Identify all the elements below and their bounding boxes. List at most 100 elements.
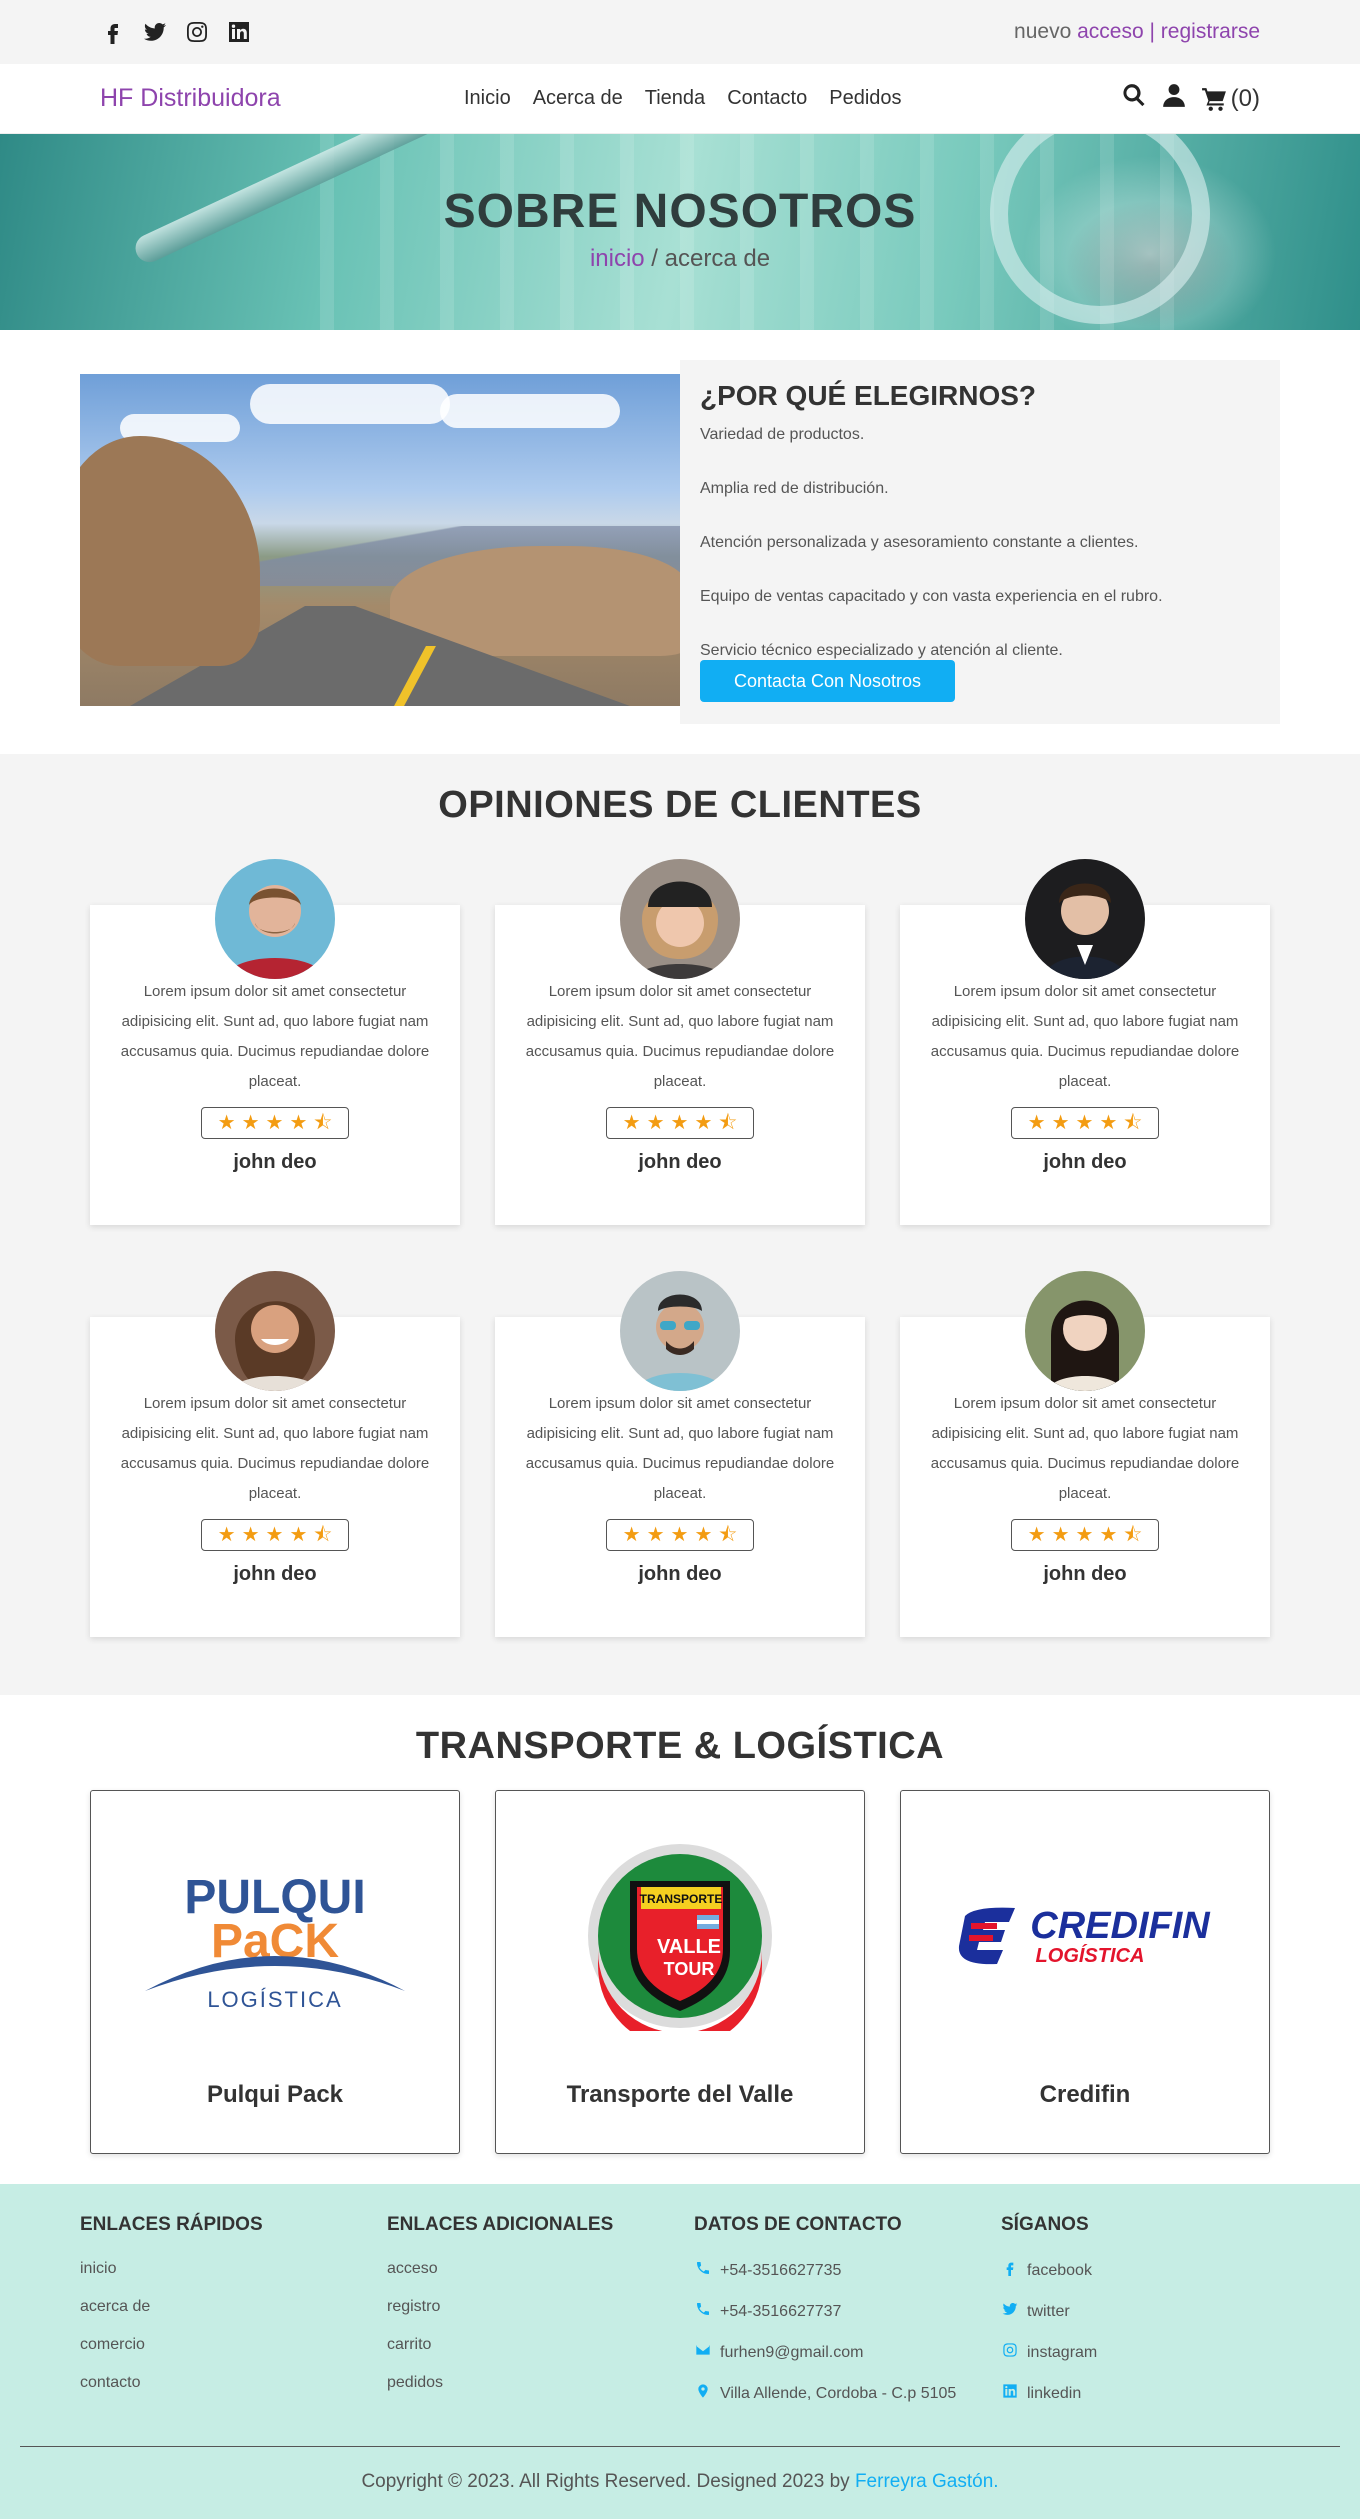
nav-item-tienda[interactable]: Tienda (645, 87, 705, 110)
footer-extra-links: ENLACES ADICIONALES acceso registro carr… (387, 2214, 694, 2424)
review-card: Lorem ipsum dolor sit amet consectetur a… (900, 1271, 1270, 1637)
transport-section: TRANSPORTE & LOGÍSTICA PULQUI PaCK LOGÍS… (0, 1695, 1360, 2184)
nav-item-pedidos[interactable]: Pedidos (829, 87, 901, 110)
review-text: Lorem ipsum dolor sit amet consectetur a… (930, 1395, 1240, 1502)
register-link[interactable]: registrarse (1161, 20, 1260, 43)
footer-link[interactable]: registro (387, 2298, 694, 2316)
footer-quick-links: ENLACES RÁPIDOS inicio acerca de comerci… (80, 2214, 387, 2424)
brand-logo[interactable]: HF Distribuidora (100, 84, 281, 113)
main-navbar: HF Distribuidora Inicio Acerca de Tienda… (0, 64, 1360, 134)
linkedin-icon[interactable] (226, 19, 252, 45)
footer-phone-2[interactable]: +54-3516627737 (694, 2301, 1001, 2322)
svg-text:TOUR: TOUR (664, 1959, 715, 1979)
avatar (1025, 1271, 1145, 1391)
footer-link[interactable]: acerca de (80, 2298, 387, 2316)
contact-us-button[interactable]: Contacta Con Nosotros (700, 660, 955, 702)
rating-stars: ★ ★ ★ ★ ⯪ (605, 1519, 755, 1551)
cart-count: (0) (1230, 84, 1260, 112)
footer-address[interactable]: Villa Allende, Cordoba - C.p 5105 (694, 2383, 1001, 2404)
footer-heading: DATOS DE CONTACTO (694, 2214, 902, 2235)
about-section: ¿POR QUÉ ELEGIRNOS? Variedad de producto… (0, 330, 1360, 754)
review-card: Lorem ipsum dolor sit amet consectetur a… (495, 1271, 865, 1637)
review-card: Lorem ipsum dolor sit amet consectetur a… (495, 859, 865, 1225)
why-item: Servicio técnico especializado y atenció… (700, 642, 1063, 659)
avatar (215, 859, 335, 979)
nav-item-acerca[interactable]: Acerca de (533, 87, 623, 110)
footer-link[interactable]: pedidos (387, 2374, 694, 2392)
footer-twitter[interactable]: twitter (1001, 2301, 1308, 2322)
author-link[interactable]: Ferreyra Gastón. (855, 2471, 999, 2492)
map-marker-icon (694, 2383, 712, 2404)
avatar (215, 1271, 335, 1391)
facebook-icon[interactable] (100, 19, 126, 45)
why-item: Atención personalizada y asesoramiento c… (700, 534, 1139, 551)
search-icon[interactable] (1121, 82, 1147, 115)
review-text: Lorem ipsum dolor sit amet consectetur a… (120, 983, 430, 1090)
reviewer-name: john deo (1043, 1151, 1127, 1173)
review-text: Lorem ipsum dolor sit amet consectetur a… (525, 983, 835, 1090)
phone-icon (694, 2301, 712, 2322)
nav-item-contacto[interactable]: Contacto (727, 87, 807, 110)
cart-icon (1201, 87, 1226, 111)
breadcrumb-separator: / (644, 245, 665, 272)
transport-title: TRANSPORTE & LOGÍSTICA (415, 1725, 945, 1767)
footer-contact: DATOS DE CONTACTO +54-3516627735 +54-351… (694, 2214, 1001, 2424)
company-card[interactable]: TRANSPORTE VALLE TOUR Transporte del Val… (495, 1790, 865, 2154)
footer-heading: ENLACES RÁPIDOS (80, 2214, 263, 2235)
breadcrumb-current: acerca de (664, 245, 771, 272)
review-text: Lorem ipsum dolor sit amet consectetur a… (525, 1395, 835, 1502)
footer-email[interactable]: furhen9@gmail.com (694, 2342, 1001, 2363)
footer-facebook[interactable]: facebook (1001, 2260, 1308, 2281)
footer-link[interactable]: comercio (80, 2336, 387, 2354)
nav-links: Inicio Acerca de Tienda Contacto Pedidos (464, 87, 902, 110)
review-card: Lorem ipsum dolor sit amet consectetur a… (90, 1271, 460, 1637)
transporte-del-valle-logo: TRANSPORTE VALLE TOUR (496, 1791, 864, 2081)
reviewer-name: john deo (638, 1563, 722, 1585)
instagram-icon (1001, 2342, 1019, 2363)
avatar (620, 1271, 740, 1391)
footer-heading: SÍGANOS (1001, 2214, 1089, 2235)
rating-stars: ★ ★ ★ ★ ⯪ (1010, 1519, 1160, 1551)
company-name: Transporte del Valle (566, 2081, 794, 2108)
site-footer: ENLACES RÁPIDOS inicio acerca de comerci… (0, 2184, 1360, 2519)
why-title: ¿POR QUÉ ELEGIRNOS? (700, 380, 1037, 411)
credifin-logo: CREDIFIN LOGÍSTICA (901, 1791, 1269, 2081)
company-card[interactable]: CREDIFIN LOGÍSTICA Credifin (900, 1790, 1270, 2154)
rating-stars: ★ ★ ★ ★ ⯪ (1010, 1107, 1160, 1139)
page-title: SOBRE NOSOTROS (443, 185, 917, 238)
breadcrumb-home[interactable]: inicio (590, 245, 645, 272)
footer-instagram[interactable]: instagram (1001, 2342, 1308, 2363)
hero-banner: SOBRE NOSOTROS inicio / acerca de (0, 134, 1360, 330)
user-icon[interactable] (1161, 82, 1187, 115)
footer-link[interactable]: inicio (80, 2260, 387, 2278)
why-item: Amplia red de distribución. (700, 480, 889, 497)
copyright: Copyright © 2023. All Rights Reserved. D… (80, 2447, 1280, 2519)
nav-item-inicio[interactable]: Inicio (464, 87, 511, 110)
transport-grid: PULQUI PaCK LOGÍSTICA Pulqui Pack TRANSP… (0, 1790, 1360, 2154)
company-card[interactable]: PULQUI PaCK LOGÍSTICA Pulqui Pack (90, 1790, 460, 2154)
social-links-top (100, 19, 252, 45)
login-prefix: nuevo (1014, 20, 1072, 43)
svg-text:LOGÍSTICA: LOGÍSTICA (207, 1987, 342, 2011)
pulqui-pack-logo: PULQUI PaCK LOGÍSTICA (91, 1791, 459, 2081)
svg-text:VALLE: VALLE (657, 1936, 721, 1958)
instagram-icon[interactable] (184, 19, 210, 45)
cart-link[interactable]: (0) (1201, 85, 1260, 113)
twitter-icon[interactable] (142, 19, 168, 45)
why-item: Equipo de ventas capacitado y con vasta … (700, 588, 1163, 605)
avatar (1025, 859, 1145, 979)
why-item: Variedad de productos. (700, 426, 865, 443)
footer-link[interactable]: contacto (80, 2374, 387, 2392)
footer-phone-1[interactable]: +54-3516627735 (694, 2260, 1001, 2281)
avatar (620, 859, 740, 979)
footer-link[interactable]: carrito (387, 2336, 694, 2354)
company-name: Pulqui Pack (206, 2081, 344, 2108)
facebook-icon (1001, 2260, 1019, 2281)
footer-linkedin[interactable]: linkedin (1001, 2383, 1308, 2404)
footer-link[interactable]: acceso (387, 2260, 694, 2278)
review-card: Lorem ipsum dolor sit amet consectetur a… (90, 859, 460, 1225)
breadcrumb: inicio / acerca de (0, 245, 1360, 273)
landscape-image (80, 374, 680, 706)
company-name: Credifin (1039, 2081, 1131, 2108)
login-link[interactable]: acceso (1077, 20, 1144, 43)
